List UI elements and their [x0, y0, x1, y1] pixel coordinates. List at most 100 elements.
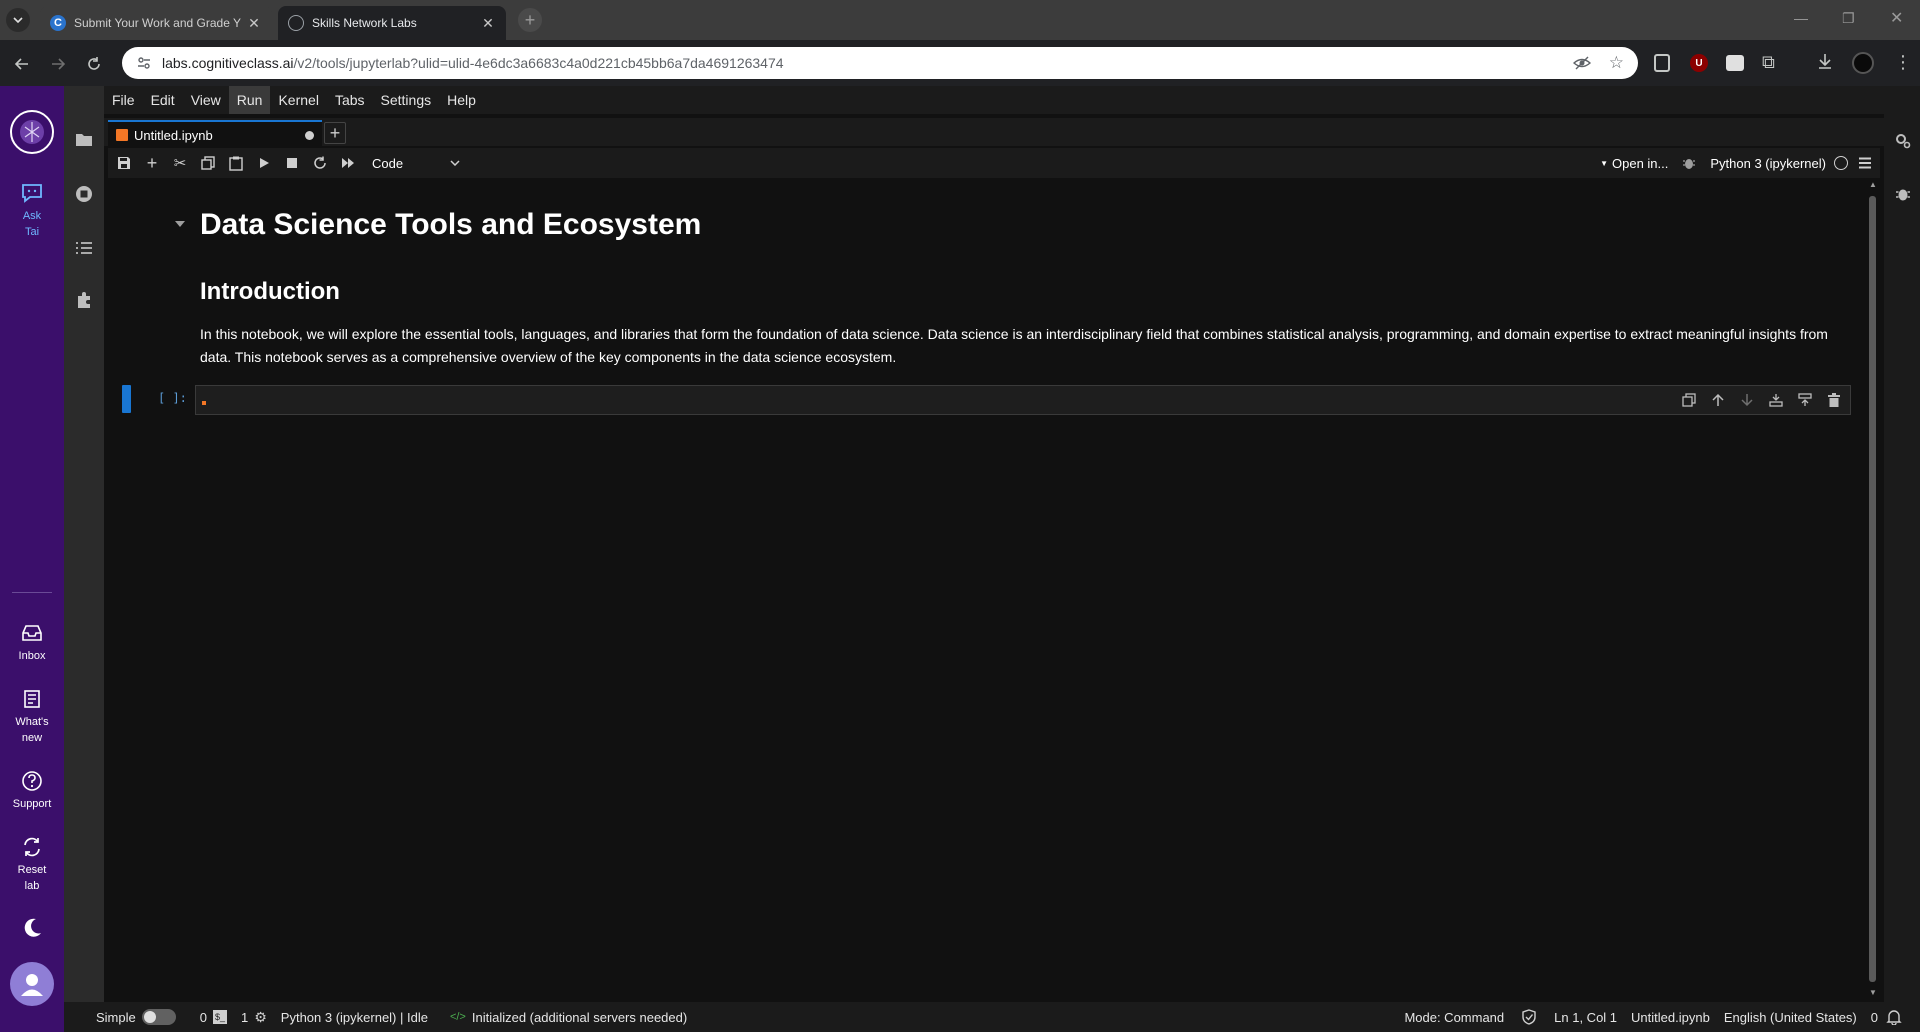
save-icon[interactable]: [110, 148, 138, 178]
whats-new-button[interactable]: What's new: [0, 686, 64, 746]
reset-lab-button[interactable]: Reset lab: [0, 834, 64, 894]
simple-mode-toggle[interactable]: Simple: [96, 1009, 176, 1025]
support-button[interactable]: Support: [0, 768, 64, 812]
menu-tabs[interactable]: Tabs: [327, 86, 373, 114]
mode-indicator[interactable]: Mode: Command: [1404, 1010, 1504, 1025]
status-bar: Simple 0 $_ 1 ⚙ Python 3 (ipykernel) | I…: [64, 1002, 1920, 1032]
menu-edit[interactable]: Edit: [143, 86, 183, 114]
table-of-contents-icon[interactable]: [64, 228, 104, 268]
forward-icon[interactable]: [46, 52, 70, 76]
tab-search-icon[interactable]: [6, 8, 30, 32]
extensions-puzzle-icon[interactable]: ⧉: [1762, 52, 1775, 73]
profile-avatar[interactable]: [1852, 52, 1874, 74]
toggle-switch[interactable]: [141, 1009, 176, 1025]
paste-icon[interactable]: [222, 148, 250, 178]
trusted-shield-icon[interactable]: [1522, 1009, 1536, 1025]
notification-count: 0: [1870, 1009, 1878, 1025]
extension-icon[interactable]: [1726, 55, 1744, 71]
cell-type-select[interactable]: Code: [372, 156, 460, 171]
new-tab-button[interactable]: +: [518, 8, 542, 32]
menu-view[interactable]: View: [183, 86, 229, 114]
moon-icon[interactable]: [20, 916, 44, 940]
tab-title: Submit Your Work and Grade Y: [74, 16, 241, 30]
file-name[interactable]: Untitled.ipynb: [1631, 1010, 1710, 1025]
bookmark-star-icon[interactable]: ☆: [1609, 53, 1624, 73]
cursor-marker: [202, 401, 206, 405]
menu-run[interactable]: Run: [228, 86, 271, 114]
lsp-status-text: Initialized (additional servers needed): [471, 1009, 688, 1025]
run-icon[interactable]: [250, 148, 278, 178]
scroll-down-icon[interactable]: ▼: [1869, 988, 1877, 997]
code-cell-input[interactable]: [195, 385, 1851, 415]
close-icon[interactable]: ✕: [246, 15, 262, 32]
fast-forward-icon[interactable]: [334, 148, 362, 178]
scrollbar-thumb[interactable]: [1869, 196, 1876, 982]
scroll-up-icon[interactable]: ▲: [1869, 180, 1877, 189]
minimize-icon[interactable]: —: [1794, 10, 1808, 26]
terminal-count[interactable]: 0 $_: [200, 1010, 227, 1025]
window-close-icon[interactable]: ✕: [1890, 8, 1903, 28]
debugger-bug-icon[interactable]: [1682, 156, 1696, 170]
cursor-position[interactable]: Ln 1, Col 1: [1554, 1010, 1617, 1025]
file-browser-icon[interactable]: [64, 120, 104, 160]
user-avatar[interactable]: [10, 962, 54, 1006]
restart-icon[interactable]: [306, 148, 334, 178]
insert-above-icon[interactable]: [1765, 389, 1787, 411]
url-host: labs.cognitiveclass.ai: [162, 55, 294, 71]
help-circle-icon: [19, 768, 45, 794]
menu-kernel[interactable]: Kernel: [270, 86, 326, 114]
reload-icon[interactable]: [82, 52, 106, 76]
unsaved-dot-icon[interactable]: [305, 130, 314, 140]
kernel-status[interactable]: Python 3 (ipykernel) | Idle: [281, 1010, 428, 1025]
delete-cell-icon[interactable]: [1823, 389, 1845, 411]
menu-file[interactable]: File: [104, 86, 143, 114]
property-inspector-menu-icon[interactable]: [1858, 157, 1872, 169]
restore-icon[interactable]: ❐: [1842, 10, 1855, 27]
browser-tab-submit[interactable]: C Submit Your Work and Grade Y ✕: [40, 6, 272, 40]
eye-off-icon[interactable]: [1572, 54, 1591, 72]
insert-below-icon[interactable]: [1794, 389, 1816, 411]
notebook-tab[interactable]: Untitled.ipynb: [108, 120, 322, 148]
stop-icon[interactable]: [278, 148, 306, 178]
inbox-button[interactable]: Inbox: [0, 620, 64, 664]
copy-icon[interactable]: [194, 148, 222, 178]
active-cell-indicator[interactable]: [122, 385, 131, 413]
notebook-toolbar: + ✂ Code ▼ Open in... Python 3 (ipykerne…: [108, 148, 1880, 178]
ublock-icon[interactable]: U: [1690, 54, 1708, 72]
browser-menu-icon[interactable]: ⋮: [1894, 52, 1912, 73]
menu-help[interactable]: Help: [439, 86, 484, 114]
property-inspector-icon[interactable]: [1894, 132, 1912, 150]
ask-tai-button[interactable]: Ask Tai: [0, 180, 64, 240]
open-in-button[interactable]: ▼ Open in...: [1600, 156, 1668, 171]
running-kernels-icon[interactable]: [64, 174, 104, 214]
language-selector[interactable]: English (United States): [1724, 1010, 1857, 1025]
debugger-icon[interactable]: [1895, 186, 1911, 202]
insert-cell-icon[interactable]: +: [138, 148, 166, 178]
new-launcher-button[interactable]: +: [324, 122, 346, 144]
kernel-name-button[interactable]: Python 3 (ipykernel): [1710, 156, 1826, 171]
lab-logo-icon[interactable]: [10, 110, 54, 154]
extension-manager-icon[interactable]: [64, 280, 104, 320]
kernel-status-idle-icon: [1834, 156, 1848, 170]
kernel-count[interactable]: 1 ⚙: [241, 1009, 267, 1026]
bell-icon[interactable]: [1886, 1009, 1902, 1025]
move-up-icon[interactable]: [1707, 389, 1729, 411]
extension-shield-icon[interactable]: [1654, 54, 1670, 72]
menu-settings[interactable]: Settings: [373, 86, 440, 114]
collapse-heading-icon[interactable]: [174, 220, 186, 228]
address-bar[interactable]: labs.cognitiveclass.ai/v2/tools/jupyterl…: [122, 47, 1638, 79]
lsp-status[interactable]: </> Initialized (additional servers need…: [450, 1010, 687, 1025]
back-icon[interactable]: [10, 52, 34, 76]
support-label: Support: [12, 798, 52, 810]
move-down-icon[interactable]: [1736, 389, 1758, 411]
close-icon[interactable]: ✕: [480, 15, 496, 32]
site-info-icon[interactable]: [136, 55, 152, 71]
notebook-scrollbar[interactable]: ▲ ▼: [1866, 180, 1878, 1000]
simple-label: Simple: [96, 1009, 136, 1025]
cut-icon[interactable]: ✂: [166, 148, 194, 178]
kernel-gear-icon: ⚙: [254, 1008, 267, 1025]
duplicate-cell-icon[interactable]: [1678, 389, 1700, 411]
download-icon[interactable]: [1816, 52, 1834, 70]
right-sidebar: [1884, 114, 1920, 1002]
browser-tab-skills[interactable]: Skills Network Labs ✕: [278, 6, 506, 40]
